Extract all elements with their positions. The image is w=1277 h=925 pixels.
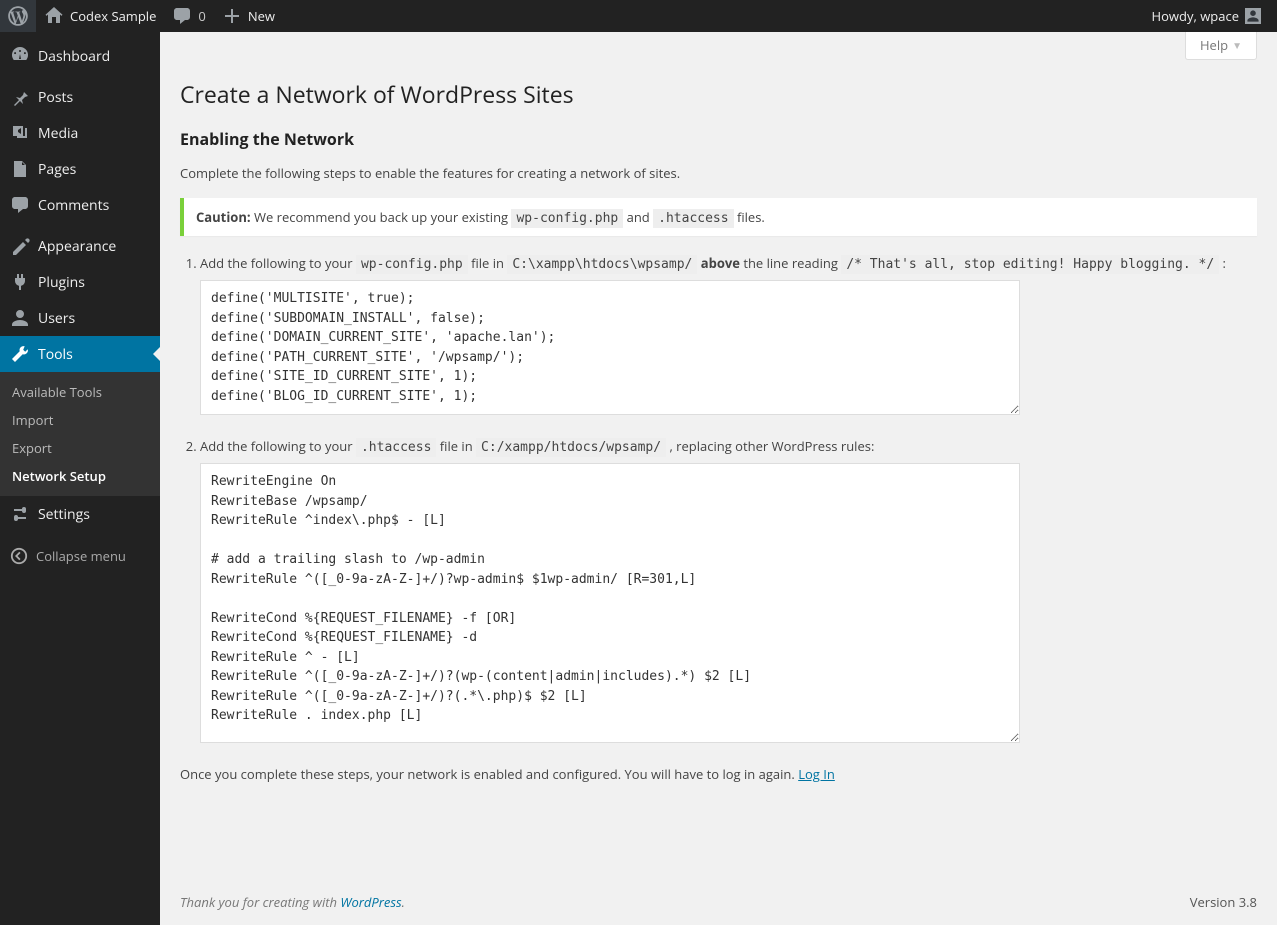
comments-count: 0 <box>198 7 205 25</box>
media-icon <box>10 123 30 143</box>
site-title: Codex Sample <box>70 7 156 25</box>
page-icon <box>10 159 30 179</box>
menu-appearance[interactable]: Appearance <box>0 228 160 264</box>
footer-version: Version 3.8 <box>1190 893 1257 911</box>
step-1: Add the following to your wp-config.php … <box>200 254 1257 419</box>
menu-plugins[interactable]: Plugins <box>0 264 160 300</box>
appearance-icon <box>10 236 30 256</box>
pin-icon <box>10 87 30 107</box>
new-label: New <box>248 7 275 25</box>
comment-icon <box>172 6 192 26</box>
comment-icon <box>10 195 30 215</box>
menu-pages[interactable]: Pages <box>0 151 160 187</box>
intro-text: Complete the following steps to enable t… <box>180 164 1257 182</box>
site-menu[interactable]: Codex Sample <box>36 0 164 32</box>
collapse-icon <box>10 547 28 565</box>
users-icon <box>10 308 30 328</box>
submenu-import[interactable]: Import <box>0 406 160 434</box>
avatar <box>1245 8 1261 24</box>
tools-submenu: Available Tools Import Export Network Se… <box>0 372 160 496</box>
submenu-network-setup[interactable]: Network Setup <box>0 462 160 490</box>
menu-users[interactable]: Users <box>0 300 160 336</box>
menu-comments[interactable]: Comments <box>0 187 160 223</box>
admin-bar: Codex Sample 0 New Howdy, wpace <box>0 0 1277 32</box>
menu-dashboard[interactable]: Dashboard <box>0 38 160 74</box>
login-link[interactable]: Log In <box>798 765 835 783</box>
section-title: Enabling the Network <box>180 128 1257 150</box>
wordpress-link[interactable]: WordPress <box>340 893 401 911</box>
account-menu[interactable]: Howdy, wpace <box>1144 0 1269 32</box>
menu-tools[interactable]: Tools <box>0 336 160 372</box>
footer: Thank you for creating with WordPress. V… <box>160 875 1277 925</box>
admin-menu: Dashboard Posts Media Pages Comments App… <box>0 32 160 925</box>
menu-posts[interactable]: Posts <box>0 79 160 115</box>
menu-settings[interactable]: Settings <box>0 496 160 532</box>
home-icon <box>44 6 64 26</box>
settings-icon <box>10 504 30 524</box>
new-content-menu[interactable]: New <box>214 0 283 32</box>
caution-notice: Caution: We recommend you back up your e… <box>180 198 1257 236</box>
submenu-export[interactable]: Export <box>0 434 160 462</box>
htaccess-code[interactable] <box>200 463 1020 743</box>
menu-media[interactable]: Media <box>0 115 160 151</box>
footer-thanks: Thank you for creating with WordPress. <box>180 893 405 911</box>
chevron-down-icon: ▼ <box>1232 38 1242 52</box>
wordpress-icon <box>8 6 28 26</box>
wp-config-code[interactable] <box>200 280 1020 415</box>
submenu-available-tools[interactable]: Available Tools <box>0 378 160 406</box>
step-2: Add the following to your .htaccess file… <box>200 437 1257 747</box>
tools-icon <box>10 344 30 364</box>
comments-menu[interactable]: 0 <box>164 0 213 32</box>
collapse-menu[interactable]: Collapse menu <box>0 537 160 575</box>
wp-logo-menu[interactable] <box>0 0 36 32</box>
completion-text: Once you complete these steps, your netw… <box>180 765 1257 783</box>
page-title: Create a Network of WordPress Sites <box>180 78 1257 110</box>
plus-icon <box>222 6 242 26</box>
plugin-icon <box>10 272 30 292</box>
help-tab[interactable]: Help ▼ <box>1185 32 1257 60</box>
dashboard-icon <box>10 46 30 66</box>
